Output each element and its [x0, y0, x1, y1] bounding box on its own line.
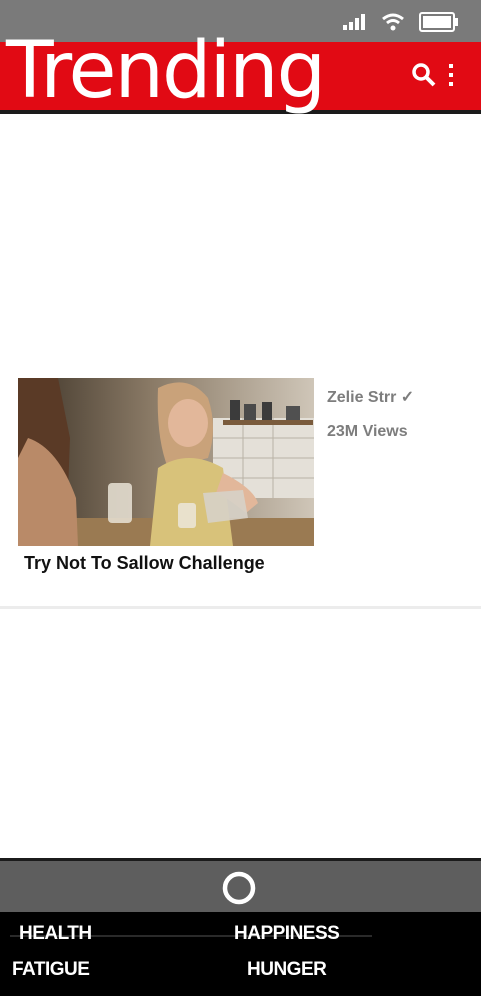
status-icons — [343, 12, 459, 32]
stat-fatigue[interactable]: FATIGUE — [12, 959, 90, 981]
search-icon[interactable] — [411, 62, 437, 88]
stat-health[interactable]: HEALTH — [19, 923, 92, 945]
home-ring-icon[interactable] — [221, 870, 257, 906]
video-card[interactable]: Zelie Strr ✓ 23M Views Try Not To Sallow… — [0, 370, 481, 609]
channel-name[interactable]: Zelie Strr ✓ — [327, 387, 414, 407]
stats-panel: HEALTH HAPPINESS FATIGUE HUNGER — [0, 912, 481, 996]
battery-icon — [419, 12, 458, 32]
thumbnail-image — [18, 378, 314, 546]
header-actions — [411, 62, 455, 88]
video-title[interactable]: Try Not To Sallow Challenge — [24, 553, 265, 574]
page-title: Trending — [6, 26, 326, 116]
video-thumbnail[interactable] — [18, 378, 314, 546]
more-vertical-icon[interactable] — [447, 62, 455, 88]
signal-icon — [343, 14, 365, 30]
wifi-icon — [382, 13, 404, 31]
bottom-bar — [0, 858, 481, 912]
view-count: 23M Views — [327, 423, 408, 440]
stat-hunger[interactable]: HUNGER — [247, 959, 327, 981]
stat-happiness[interactable]: HAPPINESS — [234, 923, 340, 945]
app-header: Trending — [0, 32, 481, 114]
